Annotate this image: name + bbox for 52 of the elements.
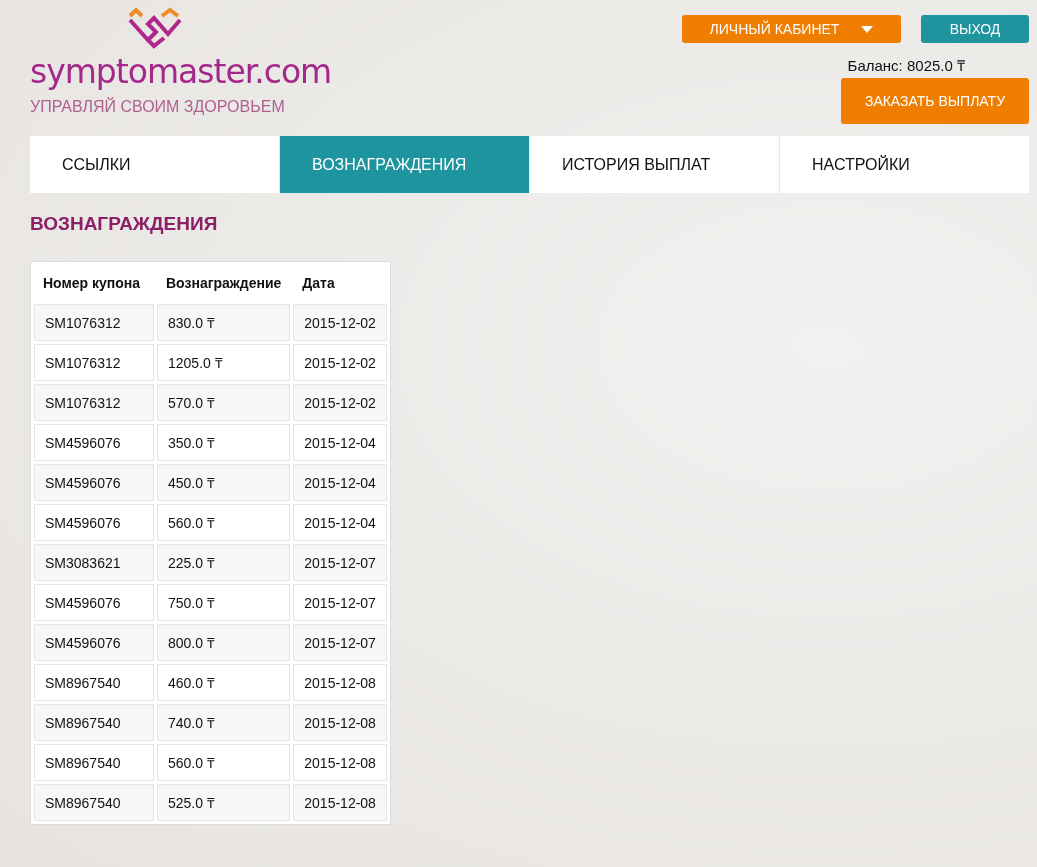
logout-button[interactable]: ВЫХОД	[921, 15, 1029, 43]
table-cell: SM4596076	[34, 624, 154, 661]
table-cell: SM4596076	[34, 584, 154, 621]
table-cell: 225.0 ₸	[157, 544, 291, 581]
table-cell: SM8967540	[34, 744, 154, 781]
tagline: УПРАВЛЯЙ СВОИМ ЗДОРОВЬЕМ	[30, 98, 285, 116]
table-cell: 1205.0 ₸	[157, 344, 291, 381]
table-cell: 560.0 ₸	[157, 744, 291, 781]
column-header: Номер купона	[42, 274, 142, 293]
column-header: Вознаграждение	[165, 274, 283, 293]
table-cell: SM8967540	[34, 784, 154, 821]
table-cell: SM1076312	[34, 344, 154, 381]
table-cell: 350.0 ₸	[157, 424, 291, 461]
table-cell: SM4596076	[34, 504, 154, 541]
section-heading: ВОЗНАГРАЖДЕНИЯ	[30, 213, 219, 236]
table-cell: SM4596076	[34, 424, 154, 461]
table-cell: 2015-12-04	[293, 464, 388, 501]
table-cell: 2015-12-08	[293, 784, 388, 821]
table-cell: 2015-12-02	[293, 304, 388, 341]
table-cell: 2015-12-02	[293, 344, 388, 381]
table-cell: 830.0 ₸	[157, 304, 291, 341]
nav-tab[interactable]: ВОЗНАГРАЖДЕНИЯ	[280, 136, 530, 193]
table-cell: SM1076312	[34, 384, 154, 421]
table-cell: 2015-12-07	[293, 544, 388, 581]
table-cell: 450.0 ₸	[157, 464, 291, 501]
balance-text: Баланс: 8025.0 ₸	[847, 56, 965, 75]
table-cell: SM8967540	[34, 704, 154, 741]
table-cell: 750.0 ₸	[157, 584, 291, 621]
table-cell: 2015-12-08	[293, 744, 388, 781]
table-cell: 2015-12-04	[293, 504, 388, 541]
table-cell: 460.0 ₸	[157, 664, 291, 701]
table-cell: 2015-12-04	[293, 424, 388, 461]
caret-icon	[861, 25, 874, 33]
table-cell: 740.0 ₸	[157, 704, 291, 741]
logo-icon	[126, 6, 184, 50]
table-cell: 2015-12-08	[293, 664, 388, 701]
table-cell: 800.0 ₸	[157, 624, 291, 661]
table-cell: 560.0 ₸	[157, 504, 291, 541]
payout-button[interactable]: ЗАКАЗАТЬ ВЫПЛАТУ	[841, 78, 1029, 124]
table-cell: SM3083621	[34, 544, 154, 581]
table-cell: SM8967540	[34, 664, 154, 701]
table-cell: 2015-12-08	[293, 704, 388, 741]
table-cell: 525.0 ₸	[157, 784, 291, 821]
account-menu-button[interactable]: ЛИЧНЫЙ КАБИНЕТ	[682, 15, 901, 43]
logo-text: symptomaster.com	[30, 52, 332, 92]
column-header: Дата	[301, 274, 336, 293]
table-cell: 2015-12-02	[293, 384, 388, 421]
table-cell: SM4596076	[34, 464, 154, 501]
table-cell: SM1076312	[34, 304, 154, 341]
table-cell: 2015-12-07	[293, 624, 388, 661]
table-cell: 2015-12-07	[293, 584, 388, 621]
table-cell: 570.0 ₸	[157, 384, 291, 421]
